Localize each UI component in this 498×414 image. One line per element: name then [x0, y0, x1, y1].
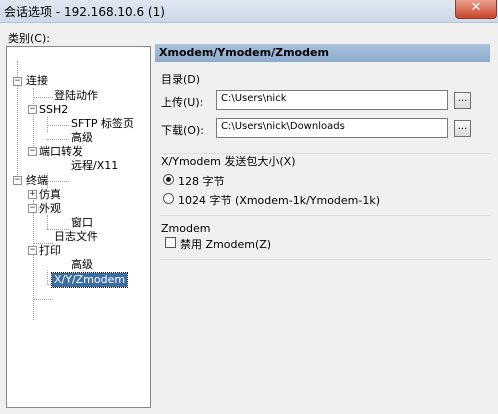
disable-zmodem-checkbox[interactable] — [165, 237, 176, 248]
category-label: 类别(C): — [8, 32, 50, 45]
tree-item-ssh2[interactable]: SSH2 — [37, 103, 70, 117]
packet-size-group-title: X/Ymodem 发送包大小(X) — [161, 155, 296, 168]
tree-line — [47, 215, 48, 229]
upload-path-input[interactable]: C:\Users\nick — [216, 90, 448, 110]
tree-item-terminal[interactable]: 终端 — [24, 174, 50, 188]
upload-label: 上传(U): — [161, 96, 204, 109]
tree-item-printing[interactable]: 打印 — [37, 244, 63, 258]
tree-item-emulation[interactable]: 仿真 — [37, 188, 63, 202]
ellipsis-icon: ... — [457, 121, 468, 132]
title-bar: 会话选项 - 192.168.10.6 (1) ✕ — [0, 0, 498, 23]
tree-item-appearance[interactable]: 外观 — [37, 202, 63, 216]
disable-zmodem-label[interactable]: 禁用 Zmodem(Z) — [180, 236, 271, 252]
close-button[interactable]: ✕ — [455, 0, 497, 19]
collapse-icon[interactable]: − — [28, 246, 37, 255]
tree-line — [33, 200, 34, 320]
download-label: 下载(O): — [161, 124, 204, 137]
tree-item-ssh2-advanced[interactable]: 高级 — [69, 131, 95, 145]
radio-128-bytes[interactable] — [163, 174, 174, 185]
tree-item-port-forwarding[interactable]: 端口转发 — [37, 145, 85, 159]
directories-group-title: 目录(D) — [161, 73, 201, 86]
close-icon: ✕ — [470, 0, 482, 15]
tree-item-xyzmodem[interactable]: X/Y/Zmodem — [50, 272, 129, 288]
collapse-icon[interactable]: − — [13, 77, 22, 86]
collapse-icon[interactable]: − — [28, 204, 37, 213]
tree-item-login-actions[interactable]: 登陆动作 — [52, 89, 100, 103]
collapse-icon[interactable]: − — [28, 147, 37, 156]
tree-line — [47, 125, 69, 126]
collapse-icon[interactable]: − — [13, 176, 22, 185]
tree-line — [47, 139, 69, 140]
category-tree[interactable]: − − − − + − − 连接 登陆动作 SSH2 SFTP 标签页 高级 端… — [6, 46, 151, 408]
zmodem-group-title: Zmodem — [161, 222, 211, 235]
dialog-body: 类别(C): − − − − + − − 连接 登陆动作 SSH2 SFTP 标… — [0, 23, 498, 414]
ellipsis-icon: ... — [457, 93, 468, 104]
tree-line — [47, 270, 48, 285]
radio-128-label[interactable]: 128 字节 — [178, 173, 225, 189]
expand-icon[interactable]: + — [28, 190, 37, 199]
tree-item-connection[interactable]: 连接 — [24, 74, 50, 88]
tree-line — [47, 181, 69, 182]
upload-browse-button[interactable]: ... — [454, 92, 471, 109]
collapse-icon[interactable]: − — [28, 105, 37, 114]
radio-1024-bytes[interactable] — [163, 193, 174, 204]
tree-line — [33, 97, 53, 98]
group-divider — [160, 215, 490, 216]
group-divider — [160, 259, 490, 260]
tree-item-log-file[interactable]: 日志文件 — [52, 230, 100, 244]
tree-item-window[interactable]: 窗口 — [69, 216, 95, 230]
tree-line — [33, 299, 53, 300]
window-title: 会话选项 - 192.168.10.6 (1) — [4, 5, 165, 19]
tree-item-sftp-tab[interactable]: SFTP 标签页 — [69, 117, 136, 131]
tree-item-remote-x11[interactable]: 远程/X11 — [69, 159, 120, 173]
download-path-input[interactable]: C:\Users\nick\Downloads — [216, 118, 448, 138]
radio-1024-label[interactable]: 1024 字节 (Xmodem-1k/Ymodem-1k) — [178, 192, 380, 208]
download-browse-button[interactable]: ... — [454, 120, 471, 137]
panel-header: Xmodem/Ymodem/Zmodem — [155, 44, 490, 62]
tree-item-printing-advanced[interactable]: 高级 — [69, 258, 95, 272]
